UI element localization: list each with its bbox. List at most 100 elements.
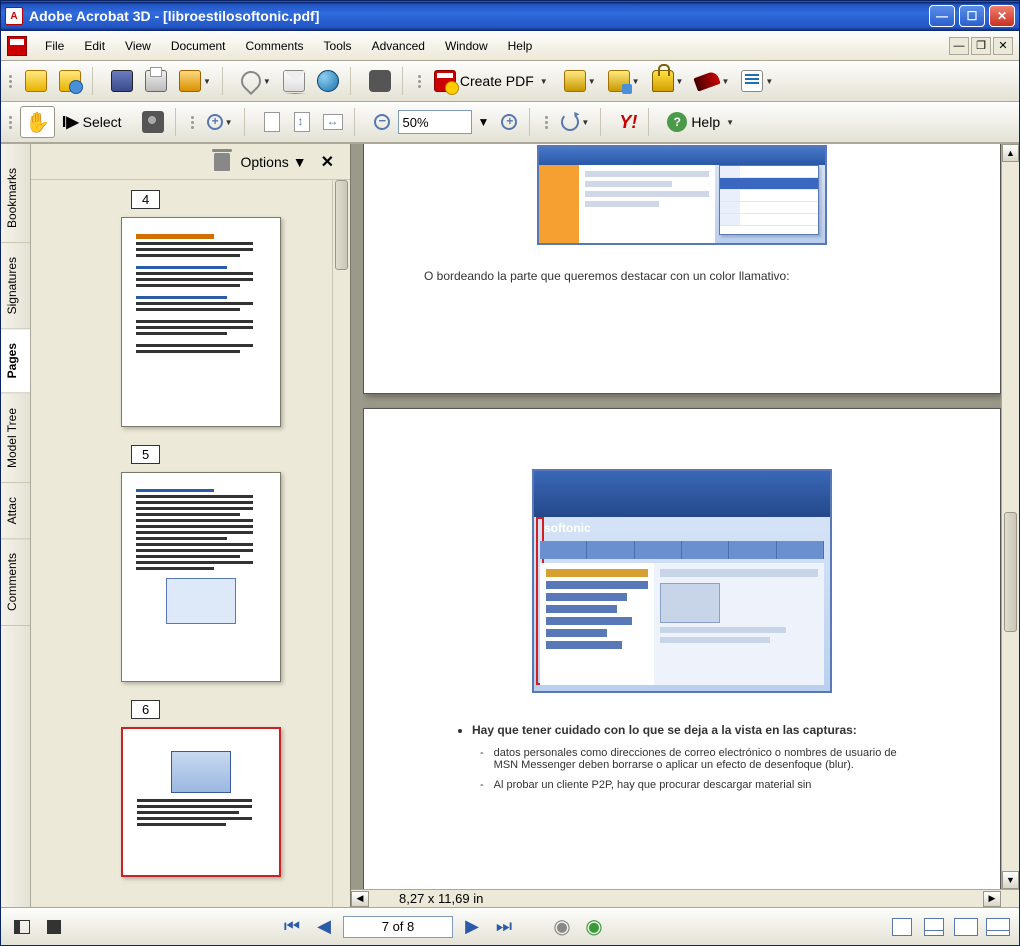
page-blank-icon <box>264 112 280 132</box>
zoom-out-icon <box>374 114 390 130</box>
snapshot-tool-button[interactable] <box>137 106 169 138</box>
hand-tool-button[interactable]: ✋ <box>20 106 55 138</box>
forms-button[interactable]: ▼ <box>736 65 778 97</box>
continuous-facing-view-button[interactable] <box>985 914 1011 940</box>
mail-icon <box>283 70 305 92</box>
menu-help[interactable]: Help <box>498 35 543 57</box>
page-thumbnail-4[interactable] <box>121 217 281 427</box>
fit-width-button[interactable] <box>318 106 348 138</box>
app-icon: A <box>5 7 23 25</box>
pages-panel: Options ▼ ✕ 4 5 <box>31 144 351 907</box>
open-web-button[interactable] <box>54 65 86 97</box>
create-pdf-button[interactable]: Create PDF ▼ <box>429 65 557 97</box>
scroll-right-arrow[interactable]: ▶ <box>983 891 1001 907</box>
zoom-out-button[interactable] <box>368 106 396 138</box>
tab-bookmarks[interactable]: Bookmarks <box>1 154 30 243</box>
yahoo-search-button[interactable]: Y! <box>614 106 642 138</box>
organizer-button[interactable]: ▼ <box>174 65 216 97</box>
continuous-view-button[interactable] <box>921 914 947 940</box>
zoom-level-input[interactable] <box>398 110 472 134</box>
menu-advanced[interactable]: Advanced <box>362 35 435 57</box>
toolbar-grip[interactable] <box>7 108 14 136</box>
search-button[interactable] <box>364 65 396 97</box>
zoom-in-icon <box>501 114 517 130</box>
scroll-down-arrow[interactable]: ▼ <box>1002 871 1019 889</box>
open-button[interactable] <box>20 65 52 97</box>
mdi-close-button[interactable]: ✕ <box>993 37 1013 55</box>
menu-document[interactable]: Document <box>161 35 236 57</box>
toolbar-grip[interactable] <box>7 67 14 95</box>
last-page-button[interactable]: ⏭ <box>491 914 517 940</box>
page-thumbnail-5[interactable] <box>121 472 281 682</box>
circle-left-icon: ◉ <box>553 914 570 939</box>
zoom-in-icon <box>207 114 223 130</box>
mdi-minimize-button[interactable]: — <box>949 37 969 55</box>
facing-view-button[interactable] <box>953 914 979 940</box>
select-tool-button[interactable]: I▶ Select <box>57 106 135 138</box>
document-pages[interactable]: O bordeando la parte que queremos destac… <box>363 144 1001 889</box>
email-button[interactable] <box>278 65 310 97</box>
review-comment-button[interactable]: ▼ <box>559 65 601 97</box>
thumbnails-scrollbar[interactable] <box>332 180 350 907</box>
trash-icon[interactable] <box>214 153 230 171</box>
actual-size-button[interactable] <box>258 106 286 138</box>
toolbar-grip[interactable] <box>416 67 423 95</box>
menu-comments[interactable]: Comments <box>236 35 314 57</box>
save-button[interactable] <box>106 65 138 97</box>
prev-page-icon: ◀ <box>317 916 331 937</box>
tab-signatures[interactable]: Signatures <box>1 243 30 329</box>
first-page-button[interactable]: ⏮ <box>279 914 305 940</box>
pages-view-button[interactable] <box>41 914 67 940</box>
tab-pages[interactable]: Pages <box>1 329 30 393</box>
print-icon <box>145 70 167 92</box>
fit-page-button[interactable] <box>288 106 316 138</box>
help-button[interactable]: ? Help ▼ <box>662 106 743 138</box>
single-page-view-button[interactable] <box>889 914 915 940</box>
sign-button[interactable]: ▼ <box>690 65 734 97</box>
scroll-left-arrow[interactable]: ◀ <box>351 891 369 907</box>
zoom-in-button[interactable] <box>495 106 523 138</box>
help-icon: ? <box>667 112 687 132</box>
attach-button[interactable]: ▼ <box>236 65 276 97</box>
close-panel-button[interactable]: ✕ <box>317 152 338 172</box>
zoom-in-tool-button[interactable]: ▼ <box>202 106 238 138</box>
tab-model-tree[interactable]: Model Tree <box>1 394 30 483</box>
menu-file[interactable]: File <box>35 35 74 57</box>
mdi-restore-button[interactable]: ❐ <box>971 37 991 55</box>
tab-comments[interactable]: Comments <box>1 539 30 626</box>
menu-window[interactable]: Window <box>435 35 498 57</box>
prev-page-button[interactable]: ◀ <box>311 914 337 940</box>
toolbar-grip[interactable] <box>543 108 550 136</box>
web-browser-button[interactable] <box>312 65 344 97</box>
menu-view[interactable]: View <box>115 35 161 57</box>
globe-icon <box>317 70 339 92</box>
secure-button[interactable]: ▼ <box>647 65 689 97</box>
facing-icon <box>954 918 978 936</box>
folder-open-icon <box>25 70 47 92</box>
close-button[interactable]: ✕ <box>989 5 1015 27</box>
rotate-view-button[interactable]: ▼ <box>556 106 594 138</box>
menu-tools[interactable]: Tools <box>314 35 362 57</box>
page-number-label: 6 <box>131 700 160 719</box>
pages-options-button[interactable]: Options ▼ <box>240 154 306 170</box>
minimize-button[interactable]: — <box>929 5 955 27</box>
tab-attachments[interactable]: Attac <box>1 483 30 539</box>
sub-bullet-1: datos personales como direcciones de cor… <box>480 747 910 771</box>
next-view-button[interactable]: ◉ <box>581 914 607 940</box>
toggle-navpanel-button[interactable] <box>9 914 35 940</box>
scroll-up-arrow[interactable]: ▲ <box>1002 144 1019 162</box>
send-review-button[interactable]: ▼ <box>603 65 645 97</box>
select-label: Select <box>79 114 126 130</box>
vertical-scrollbar[interactable]: ▲ ▼ <box>1001 144 1019 889</box>
menu-edit[interactable]: Edit <box>74 35 115 57</box>
page-number-label: 4 <box>131 190 160 209</box>
toolbar-grip[interactable] <box>189 108 196 136</box>
maximize-button[interactable]: ☐ <box>959 5 985 27</box>
page-thumbnail-6[interactable] <box>121 727 281 877</box>
page-number-input[interactable] <box>343 916 453 938</box>
rotate-icon <box>561 113 579 131</box>
next-page-button[interactable]: ▶ <box>459 914 485 940</box>
print-button[interactable] <box>140 65 172 97</box>
zoom-dropdown[interactable]: ▼ <box>474 111 494 133</box>
prev-view-button[interactable]: ◉ <box>549 914 575 940</box>
